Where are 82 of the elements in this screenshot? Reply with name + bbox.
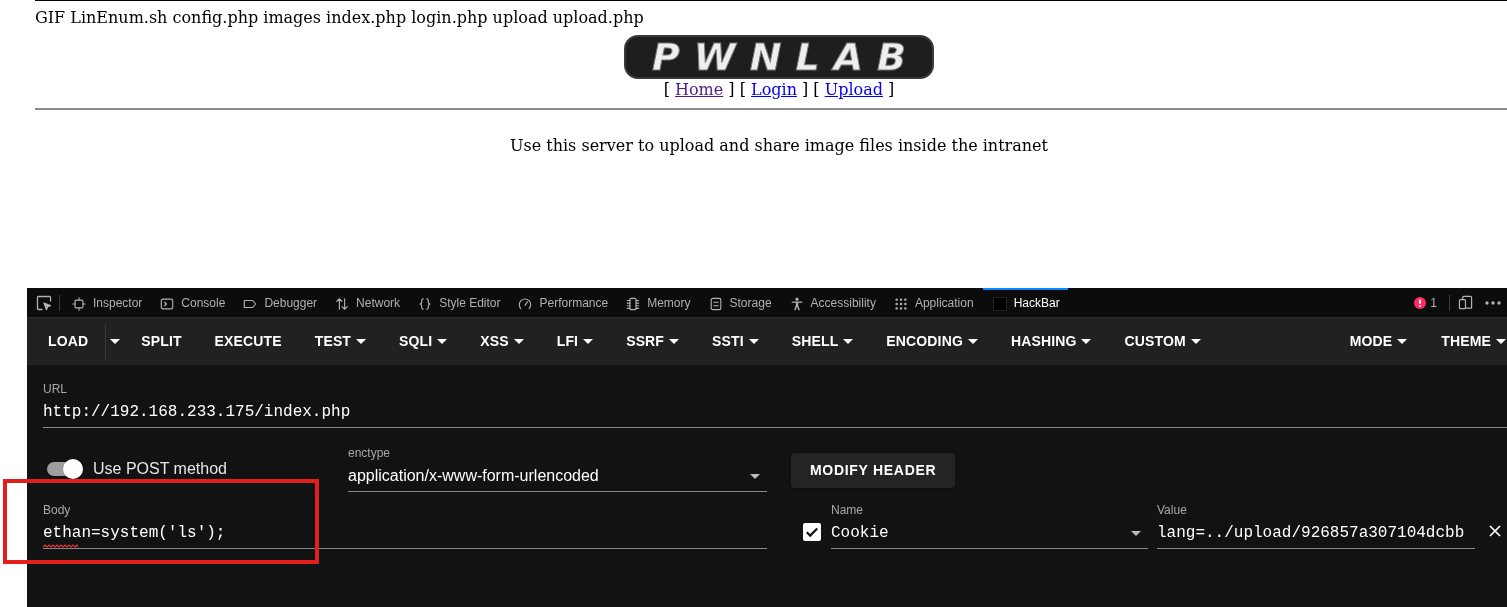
checkbox[interactable] [803, 523, 821, 541]
field-label: enctype [348, 446, 392, 460]
file-listing: GIF LinEnum.sh config.php images index.php login.php upload upload.php [35, 8, 644, 28]
header-value-field[interactable]: Value lang=../upload/926857a307104dcbb [1157, 503, 1475, 549]
caret-icon [356, 339, 367, 344]
menu-button[interactable]: SSTI [696, 323, 775, 360]
field-label: Body [43, 503, 72, 517]
gauge-icon [518, 296, 533, 311]
enctype-select[interactable]: enctype application/x-www-form-urlencoded [348, 446, 767, 492]
field-label: Value [1157, 503, 1188, 517]
caret-icon [1081, 339, 1092, 344]
url-field[interactable]: URL http://192.168.233.175/index.php [43, 382, 1507, 428]
menu-button[interactable]: EXECUTE [198, 323, 298, 360]
responsive-icon[interactable] [1458, 295, 1473, 310]
caret-icon [748, 339, 759, 344]
menu-button[interactable]: LOAD [32, 323, 105, 360]
nav-link[interactable]: Upload [824, 80, 883, 99]
toggle-switch[interactable] [45, 459, 83, 479]
field-value: application/x-www-form-urlencoded [348, 466, 599, 486]
error-icon [1414, 296, 1427, 309]
error-count-button[interactable]: 1 [1410, 293, 1441, 312]
body-field[interactable]: Body ethan=system('ls'); [43, 503, 767, 549]
menu-button[interactable]: SQLI [383, 323, 464, 360]
menu-button[interactable]: XSS [464, 323, 540, 360]
devtools-tab[interactable]: Accessibility [780, 288, 885, 317]
caret-icon [437, 339, 448, 344]
menu-button[interactable]: SSRF [610, 323, 696, 360]
devtools-tab[interactable]: Network [326, 288, 410, 317]
devtools-tab[interactable]: Inspector [63, 288, 152, 317]
devtools-tab[interactable]: Console [151, 288, 235, 317]
field-value: ethan=system('ls'); [43, 522, 226, 544]
arrows-up-down-icon [335, 296, 350, 311]
caret-icon [110, 339, 121, 344]
toggle-label: Use POST method [93, 460, 227, 478]
caret-icon [669, 339, 680, 344]
devtools-tab[interactable]: Style Editor [409, 288, 510, 317]
caret-icon [1496, 339, 1506, 344]
caret-icon [843, 339, 854, 344]
caret-icon [1131, 530, 1141, 536]
nav-links: [ Home ] [ Login ] [ Upload ] [663, 80, 895, 100]
nav-link[interactable]: Home [675, 80, 724, 99]
person-icon [789, 296, 804, 311]
devtools-tab[interactable]: Performance [509, 288, 618, 317]
menu-button[interactable]: CUSTOM [1108, 323, 1217, 360]
devtools-tab[interactable]: Storage [699, 288, 781, 317]
modify-header-button[interactable]: MODIFY HEADER [791, 453, 956, 488]
terminal-icon [160, 296, 175, 311]
tile-icon [992, 296, 1007, 311]
nav-link[interactable]: Login [751, 80, 797, 99]
menu-button[interactable]: ENCODING [870, 323, 994, 360]
more-icon[interactable] [1485, 300, 1501, 305]
frame-icon [72, 296, 86, 311]
close-icon[interactable] [1489, 525, 1501, 537]
devtools-tab[interactable]: Application [884, 288, 983, 317]
caret-icon [513, 339, 524, 344]
dots-grid-icon [893, 296, 908, 311]
field-value: Cookie [831, 523, 889, 544]
field-value: lang=../upload/926857a307104dcbb [1157, 523, 1465, 544]
caret-icon [967, 339, 978, 344]
field-label: URL [43, 382, 68, 396]
caret-icon [750, 473, 760, 479]
caret-icon [583, 339, 594, 344]
braces-icon [418, 296, 433, 311]
menu-button[interactable]: HASHING [994, 323, 1108, 360]
header-name-select[interactable]: Name Cookie [831, 503, 1148, 549]
cursor-in-frame-icon [36, 294, 52, 311]
site-logo: PWNLAB [624, 35, 934, 79]
field-label: Name [831, 503, 864, 517]
menu-button[interactable]: MODE [1333, 323, 1424, 360]
drawer-icon [708, 296, 723, 311]
chip-icon [626, 296, 641, 311]
field-value: http://192.168.233.175/index.php [43, 402, 351, 423]
menu-button[interactable]: SPLIT [125, 323, 198, 360]
menu-button[interactable]: LFI [540, 323, 610, 360]
menu-button[interactable]: THEME [1425, 323, 1507, 360]
devtools-tab[interactable]: Debugger [234, 288, 327, 317]
devtools-tab[interactable]: Memory [617, 288, 700, 317]
caret-icon [1397, 339, 1408, 344]
menu-button[interactable]: SHELL [775, 323, 870, 360]
caret-icon [1190, 339, 1201, 344]
intro-text: Use this server to upload and share image files inside the intranet [510, 136, 1048, 156]
menu-button[interactable]: TEST [298, 323, 383, 360]
